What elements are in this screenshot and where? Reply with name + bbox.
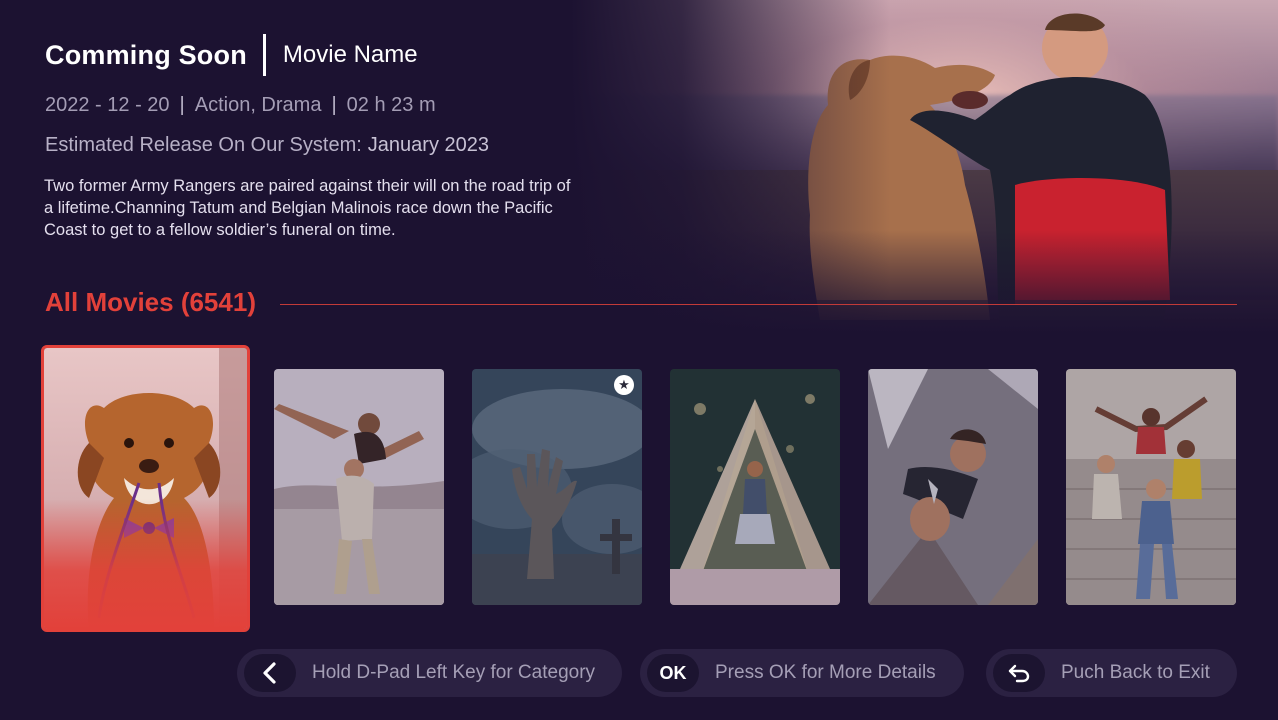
movie-card[interactable]: ★ [472, 369, 642, 605]
movie-card-selected[interactable] [41, 345, 250, 632]
release-date: 2022 - 12 - 20 [45, 94, 170, 116]
estimated-release-label: Estimated Release On Our System: [45, 134, 362, 156]
section-header: All Movies (6541) [45, 287, 1237, 318]
chevron-left-icon[interactable] [244, 654, 296, 692]
movie-card[interactable] [274, 369, 444, 605]
estimated-release-value: January 2023 [367, 134, 489, 156]
hint-exit-label: Puch Back to Exit [1061, 662, 1210, 683]
movie-card[interactable] [868, 369, 1038, 605]
estimated-release: Estimated Release On Our System: January … [45, 134, 489, 157]
meta-divider: | [179, 94, 185, 116]
duration: 02 h 23 m [346, 94, 436, 116]
section-title: All Movies (6541) [45, 287, 256, 317]
section-divider-line [279, 304, 1237, 305]
selection-highlight [44, 499, 247, 629]
meta-divider: | [331, 94, 337, 116]
coming-soon-label: Comming Soon [45, 39, 247, 70]
title-divider [262, 34, 266, 76]
movie-card[interactable] [1066, 369, 1236, 605]
hint-category-label: Hold D-Pad Left Key for Category [312, 662, 596, 683]
hint-details: OK Press OK for More Details [640, 649, 964, 697]
movie-card[interactable] [670, 369, 840, 605]
hint-details-label: Press OK for More Details [715, 662, 936, 683]
genres: Action, Drama [194, 94, 322, 116]
back-arrow-icon[interactable] [993, 654, 1045, 692]
favorite-star-icon: ★ [614, 375, 634, 395]
hint-category: Hold D-Pad Left Key for Category [237, 649, 622, 697]
movie-name: Movie Name [282, 41, 418, 68]
title-row: Comming Soon Movie Name [45, 34, 418, 76]
ok-key[interactable]: OK [647, 654, 699, 692]
movie-description: Two former Army Rangers are paired again… [44, 177, 571, 239]
hint-exit: Puch Back to Exit [986, 649, 1237, 697]
movie-meta: 2022 - 12 - 20 | Action, Drama | 02 h 23… [45, 94, 436, 117]
